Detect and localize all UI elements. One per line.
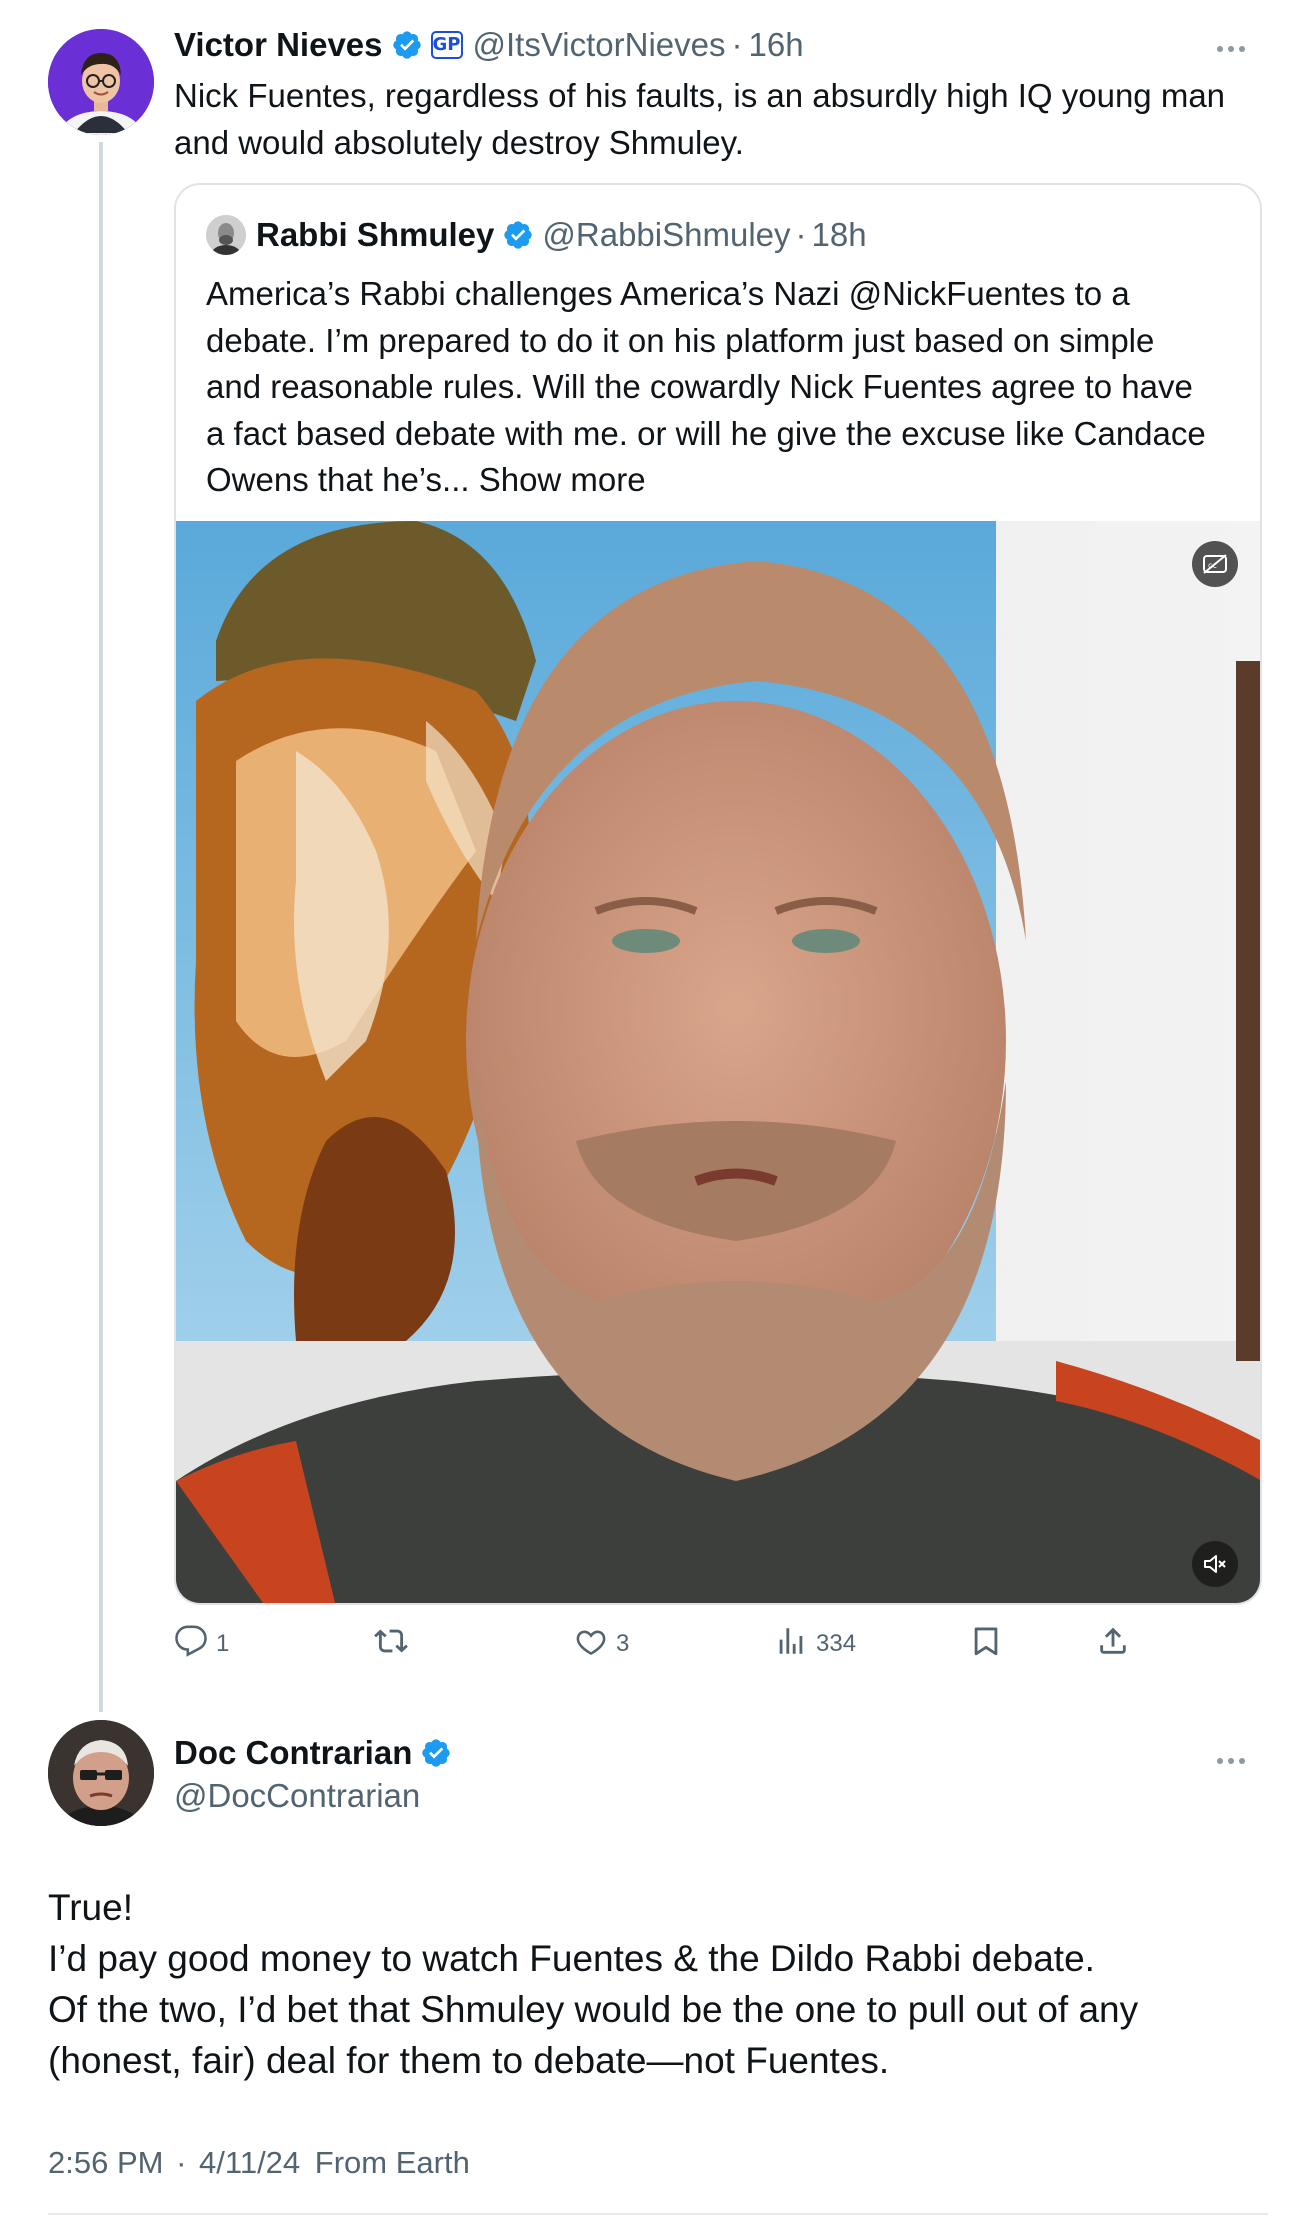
quoted-text-line-end: Owens that he’s... bbox=[206, 461, 470, 498]
separator-dot: · bbox=[731, 26, 743, 63]
repost-icon bbox=[374, 1624, 416, 1665]
quoted-tweet-time[interactable]: 18h bbox=[812, 216, 867, 254]
quoted-tweet-header: Rabbi Shmuley @RabbiShmuley · 18h bbox=[206, 213, 867, 257]
reply-button[interactable]: 1 bbox=[174, 1620, 229, 1668]
reply-source: From Earth bbox=[314, 2145, 470, 2180]
tweet-header: Victor Nieves GP @ItsVictorNieves · 16h bbox=[174, 22, 804, 68]
separator-dot: · bbox=[795, 216, 807, 253]
avatar-victor-nieves[interactable] bbox=[48, 29, 154, 135]
more-horizontal-icon[interactable] bbox=[1216, 34, 1246, 54]
like-button[interactable]: 3 bbox=[574, 1620, 629, 1668]
tweet-text-line: and would absolutely destroy Shmuley. bbox=[174, 124, 744, 161]
more-horizontal-icon[interactable] bbox=[1216, 1746, 1246, 1766]
quoted-text-line: America’s Rabbi challenges America’s Naz… bbox=[206, 275, 1130, 312]
quoted-text-line: a fact based debate with me. or will he … bbox=[206, 414, 1206, 452]
tweet-text: Nick Fuentes, regardless of his faults, … bbox=[174, 72, 1264, 166]
avatar-doc-contrarian[interactable] bbox=[48, 1720, 154, 1826]
verified-badge-icon bbox=[420, 1737, 452, 1769]
affiliate-badge[interactable]: GP bbox=[430, 31, 463, 59]
reply-author-handle[interactable]: @DocContrarian bbox=[174, 1773, 420, 1819]
share-icon bbox=[1096, 1624, 1138, 1665]
quoted-text-line: and reasonable rules. Will the cowardly … bbox=[206, 368, 1193, 405]
author-handle[interactable]: @ItsVictorNieves bbox=[473, 26, 726, 64]
verified-badge-icon bbox=[391, 29, 423, 61]
like-count: 3 bbox=[616, 1630, 630, 1657]
author-name[interactable]: Victor Nieves bbox=[174, 26, 383, 64]
reply-author-header: Doc Contrarian bbox=[174, 1730, 460, 1776]
muted-speaker-icon[interactable] bbox=[1192, 1541, 1238, 1587]
reply-text-line: Of the two, I’d bet that Shmuley would b… bbox=[48, 1989, 1139, 2030]
svg-text:cc: cc bbox=[1208, 561, 1217, 570]
reply-date[interactable]: 4/11/24 bbox=[199, 2145, 300, 2180]
divider bbox=[48, 2213, 1268, 2215]
avatar-rabbi-shmuley[interactable] bbox=[206, 215, 246, 255]
views-icon bbox=[774, 1624, 816, 1665]
video-player[interactable]: cc bbox=[176, 521, 1260, 1603]
reply-text-line: I’d pay good money to watch Fuentes & th… bbox=[48, 1938, 1095, 1979]
reply-tweet-meta: 2:56 PM · 4/11/24 From Earth bbox=[48, 2142, 470, 2184]
reply-time[interactable]: 2:56 PM bbox=[48, 2145, 163, 2180]
views-count: 334 bbox=[816, 1630, 857, 1657]
quoted-text-line: debate. I’m prepared to do it on his pla… bbox=[206, 321, 1155, 359]
quoted-tweet-card[interactable]: Rabbi Shmuley @RabbiShmuley · 18h Americ… bbox=[174, 183, 1262, 1605]
separator-dot: · bbox=[176, 2145, 187, 2180]
tweet-time[interactable]: 16h bbox=[748, 26, 803, 64]
thread-connector-line bbox=[99, 142, 103, 1712]
bookmark-button[interactable] bbox=[969, 1620, 1011, 1668]
quoted-text-line: Owens that he’s... Show more bbox=[206, 457, 1231, 504]
reply-tweet-text: True! I’d pay good money to watch Fuente… bbox=[48, 1882, 1278, 2086]
tweet-action-bar: 1 3 334 bbox=[174, 1620, 1174, 1668]
share-button[interactable] bbox=[1096, 1620, 1138, 1668]
reply-text-line: (honest, fair) deal for them to debate—n… bbox=[48, 2040, 890, 2081]
quoted-tweet-text: America’s Rabbi challenges America’s Naz… bbox=[206, 271, 1231, 504]
reply-icon bbox=[174, 1624, 216, 1665]
captions-icon[interactable]: cc bbox=[1192, 541, 1238, 587]
quoted-author-handle[interactable]: @RabbiShmuley bbox=[542, 216, 790, 254]
like-icon bbox=[574, 1624, 616, 1665]
quoted-author-name[interactable]: Rabbi Shmuley bbox=[256, 216, 494, 254]
verified-badge-icon bbox=[502, 219, 534, 251]
show-more-link[interactable]: Show more bbox=[479, 461, 646, 498]
reply-author-name[interactable]: Doc Contrarian bbox=[174, 1734, 412, 1772]
reply-text-line: True! bbox=[48, 1887, 133, 1928]
views-button[interactable]: 334 bbox=[774, 1620, 856, 1668]
tweet-text-line: Nick Fuentes, regardless of his faults, … bbox=[174, 77, 1226, 114]
video-frame bbox=[176, 521, 1260, 1603]
repost-button[interactable] bbox=[374, 1620, 416, 1668]
reply-count: 1 bbox=[216, 1630, 230, 1657]
bookmark-icon bbox=[969, 1624, 1011, 1665]
